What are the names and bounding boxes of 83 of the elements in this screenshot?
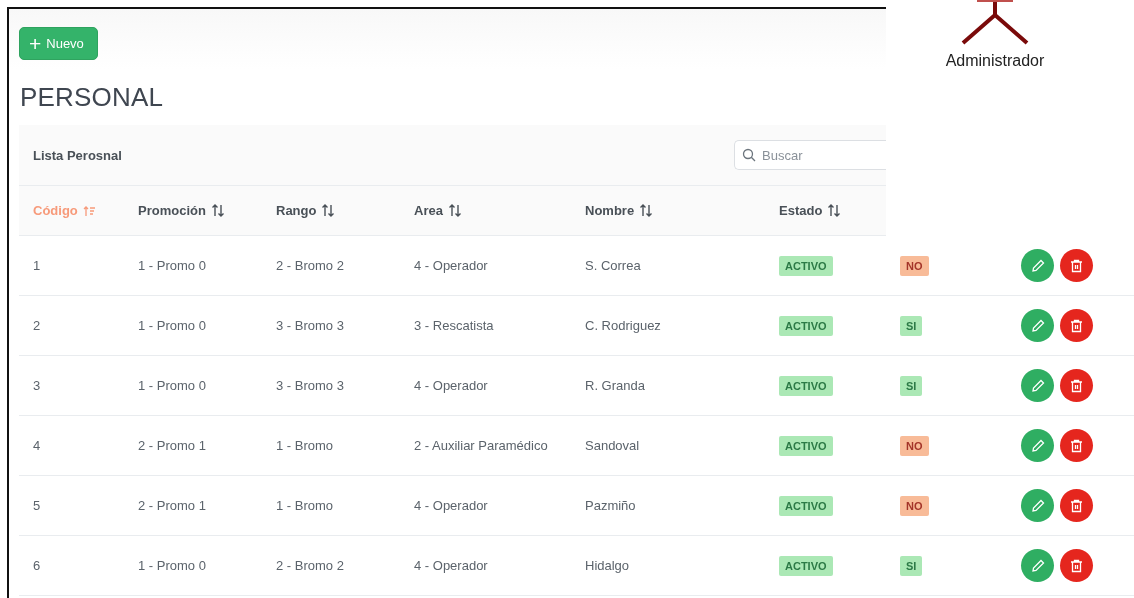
delete-button[interactable] [1060,549,1093,582]
status-tag: ACTIVO [779,555,833,576]
column-header[interactable]: Nombre [585,203,654,218]
sort-icon [827,204,842,217]
delete-button[interactable] [1060,489,1093,522]
edit-button[interactable] [1021,489,1054,522]
status-tag: ACTIVO [779,495,833,516]
flag-tag: SI [900,315,923,336]
delete-button[interactable] [1060,369,1093,402]
table-cell-text: 4 - Operador [414,378,489,393]
flag-tag: NO [900,255,929,276]
pencil-icon [1030,558,1045,573]
table-cell-text: 2 - Promo 1 [138,438,207,453]
edit-button[interactable] [1021,249,1054,282]
table-cell-text: 2 - Auxiliar Paramédico [414,438,549,453]
table-cell-text: 1 - Promo 0 [138,258,207,273]
table-cell-text: 2 - Bromo 2 [276,558,345,573]
trash-icon [1070,438,1083,453]
table-cell-text: 2 - Bromo 2 [276,258,345,273]
table-cell-text: Sandoval [585,438,641,453]
column-header[interactable]: Promoción [138,203,225,218]
table-cell-text: C. Rodriguez [585,318,662,333]
trash-icon [1070,258,1083,273]
table-cell-text: 6 [33,558,42,573]
table-cell-text: 1 - Promo 0 [138,558,207,573]
table-cell-text: 3 - Bromo 3 [276,318,345,333]
table-cell-text: 1 - Promo 0 [138,378,207,393]
table-cell-text: 1 [33,258,42,273]
user-role-label: Administrador [945,52,1045,70]
pencil-icon [1030,318,1045,333]
table-cell-text: 1 - Bromo [276,498,335,513]
edit-button[interactable] [1021,549,1054,582]
search-field[interactable]: Buscar [734,140,886,170]
trash-icon [1070,378,1083,393]
card-title: Lista Perosnal [33,147,122,163]
table-cell-text: 5 [33,498,42,513]
table-cell-text: 4 - Operador [414,258,489,273]
sort-icon [639,204,654,217]
flag-tag: SI [900,555,923,576]
sort-icon [321,204,336,217]
table-cell-text: S. Correa [585,258,642,273]
page-title: PERSONAL [20,82,165,113]
trash-icon [1070,498,1083,513]
table-cell-text: 2 [33,318,42,333]
column-header[interactable]: Area [414,203,462,218]
table-cell-text: R. Granda [585,378,646,393]
pencil-icon [1030,378,1045,393]
sort-ascending-icon [82,204,96,217]
table-cell-text: 4 - Operador [414,558,489,573]
pencil-icon [1030,438,1045,453]
status-tag: ACTIVO [779,375,833,396]
table-cell-text: 1 - Bromo [276,438,335,453]
sort-icon [447,204,462,217]
table-cell-text: 2 - Promo 1 [138,498,207,513]
edit-button[interactable] [1021,429,1054,462]
table-cell-text: 3 - Rescatista [414,318,495,333]
edit-button[interactable] [1021,369,1054,402]
flag-tag: NO [900,495,929,516]
table-cell-text: Hidalgo [585,558,631,573]
flag-tag: SI [900,375,923,396]
table-cell-text: 3 [33,378,42,393]
table-cell-text: 4 [33,438,42,453]
delete-button[interactable] [1060,249,1093,282]
table-cell-text: 1 - Promo 0 [138,318,207,333]
status-tag: ACTIVO [779,255,833,276]
table-cell-text: 4 - Operador [414,498,489,513]
search-icon [742,148,756,162]
column-header[interactable]: Estado [779,203,842,218]
column-header[interactable]: Rango [276,203,336,218]
pencil-icon [1030,258,1045,273]
delete-button[interactable] [1060,429,1093,462]
edit-button[interactable] [1021,309,1054,342]
trash-icon [1070,318,1083,333]
status-tag: ACTIVO [779,315,833,336]
trash-icon [1070,558,1083,573]
stick-figure-icon [959,0,1031,46]
flag-tag: NO [900,435,929,456]
table-cell-text: Pazmiño [585,498,637,513]
delete-button[interactable] [1060,309,1093,342]
sort-icon [210,204,225,217]
status-tag: ACTIVO [779,435,833,456]
table-cell-text: 3 - Bromo 3 [276,378,345,393]
pencil-icon [1030,498,1045,513]
